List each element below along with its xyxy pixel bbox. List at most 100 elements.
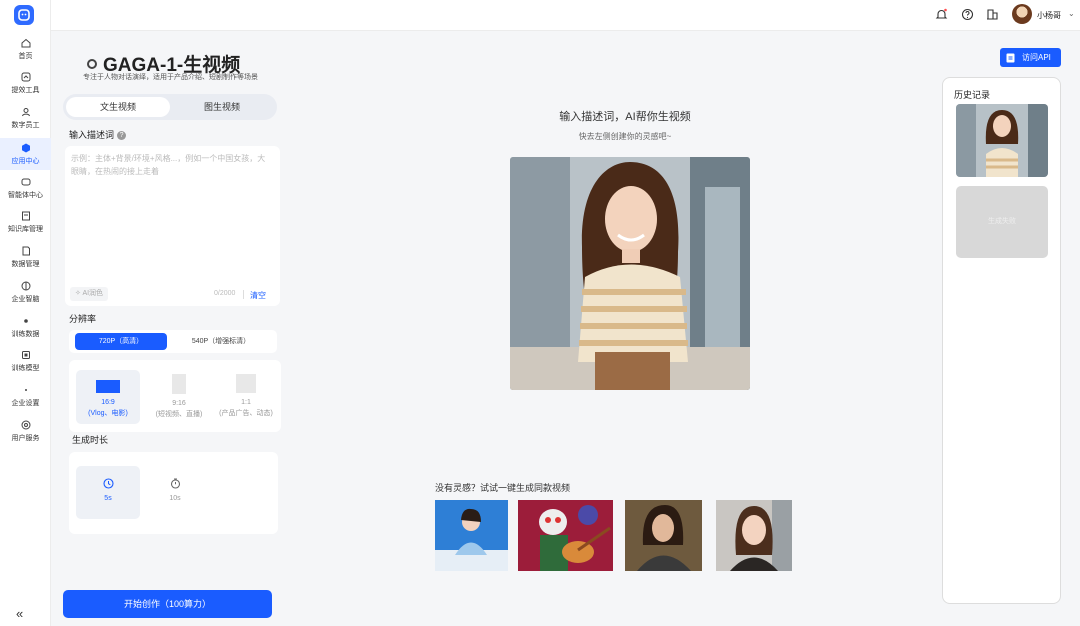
tab-image-to-video[interactable]: 图生视频 <box>170 97 274 117</box>
prompt-label-text: 输入描述词 <box>69 130 115 140</box>
prompt-textarea[interactable]: 示例：主体+背景/环境+风格...，例如一个中国女孩，大眼睛，在热闹的接上走着 … <box>65 146 280 306</box>
duration-value: 5s <box>104 495 112 502</box>
sidebar-item-knowledge[interactable]: 知识库管理 <box>0 211 51 234</box>
gaga-logo-icon <box>87 58 97 69</box>
knowledge-icon <box>21 211 30 221</box>
prompt-label: 输入描述词? <box>69 128 127 141</box>
sidebar-item-label: 数字员工 <box>11 122 40 129</box>
service-icon <box>21 420 30 430</box>
duration-value: 10s <box>169 495 181 502</box>
visit-api-button[interactable]: 访问API <box>1000 48 1061 67</box>
train-data-icon <box>23 319 28 323</box>
duration-selector: 5s 10s <box>69 452 278 534</box>
collapse-sidebar-button[interactable]: « <box>16 606 23 621</box>
ratio-shape-square <box>236 374 256 393</box>
sidebar-item-tools[interactable]: 提效工具 <box>0 72 51 95</box>
notification-bell-icon[interactable] <box>935 8 948 21</box>
sample-video-thumb[interactable] <box>518 500 613 571</box>
sidebar-item-label: 提效工具 <box>11 87 40 94</box>
start-create-button[interactable]: 开始创作（100算力） <box>63 590 272 618</box>
sidebar-item-label: 企业设置 <box>11 400 40 407</box>
sidebar-item-train-model[interactable]: 训练模型 <box>0 350 51 373</box>
help-icon[interactable] <box>961 8 974 21</box>
username[interactable]: 小杨哥 <box>1037 10 1061 21</box>
clear-button[interactable]: 清空 <box>250 290 266 301</box>
data-icon <box>22 246 30 256</box>
sidebar-item-label: 应用中心 <box>11 158 40 165</box>
tab-text-to-video[interactable]: 文生视频 <box>66 97 170 117</box>
ratio-1-1[interactable]: 1:1 (产品广告、动态) <box>214 370 278 424</box>
sidebar-item-label: 训练模型 <box>11 365 40 372</box>
mode-tabs: 文生视频 图生视频 <box>63 94 277 120</box>
ai-polish-label: AI润色 <box>82 290 104 297</box>
sidebar-item-service[interactable]: 用户服务 <box>0 420 51 443</box>
char-counter: 0/2000 <box>214 290 236 297</box>
sidebar-item-data[interactable]: 数据管理 <box>0 246 51 269</box>
duration-label: 生成时长 <box>72 435 109 445</box>
train-model-icon <box>21 351 30 359</box>
ratio-value: 1:1 <box>241 399 251 406</box>
prompt-placeholder: 示例：主体+背景/环境+风格...，例如一个中国女孩，大眼睛，在热闹的接上走着 <box>71 154 266 176</box>
clock-icon <box>102 478 114 489</box>
sidebar-item-label: 数据管理 <box>11 261 40 268</box>
ratio-16-9[interactable]: 16:9 (Vlog、电影) <box>76 370 140 424</box>
ratio-value: 16:9 <box>101 399 115 406</box>
agent-icon <box>21 178 30 186</box>
resolution-720p[interactable]: 720P（高清） <box>75 333 167 350</box>
ratio-desc: (产品广告、动态) <box>219 410 273 417</box>
settings-icon <box>24 389 27 391</box>
resolution-tabs: 720P（高清） 540P（增强标清） <box>69 330 277 353</box>
ai-polish-button[interactable]: ✧ AI润色 <box>70 287 109 301</box>
app-center-icon <box>21 143 30 153</box>
sidebar-item-label: 知识库管理 <box>8 226 43 233</box>
ratio-desc: (短视频、直播) <box>155 411 203 418</box>
ratio-shape-landscape <box>96 380 120 393</box>
sample-video-thumb[interactable] <box>625 500 702 571</box>
page-subtitle: 专注于人物对话演绎，适用于产品介绍、短剧制作等场景 <box>83 74 258 81</box>
visit-api-label: 访问API <box>1022 53 1051 62</box>
top-bar <box>51 0 1080 31</box>
sidebar-item-train-data[interactable]: 训练数据 <box>0 316 51 339</box>
sample-video-thumb[interactable] <box>435 500 508 571</box>
history-item[interactable] <box>956 104 1048 177</box>
sidebar: 首页 提效工具 数字员工 应用中心 智能体中心 知识库管理 数据管理 企业智脑 … <box>0 0 51 626</box>
resolution-540p[interactable]: 540P（增强标清） <box>175 333 267 350</box>
sample-video-thumb[interactable] <box>716 500 792 571</box>
preview-image <box>510 157 750 390</box>
resolution-label: 分辨率 <box>69 314 97 324</box>
digital-employee-icon <box>21 108 30 117</box>
history-title: 历史记录 <box>954 90 991 100</box>
building-icon[interactable] <box>986 8 999 21</box>
history-item-failed[interactable]: 生成失败 <box>956 186 1048 258</box>
sidebar-item-app-center[interactable]: 应用中心 <box>0 138 51 170</box>
main-subtitle: 快去左侧创建你的灵感吧~ <box>578 132 672 141</box>
sidebar-item-label: 企业智脑 <box>11 296 40 303</box>
app-logo[interactable] <box>14 5 34 25</box>
help-circle-icon[interactable]: ? <box>117 131 127 140</box>
sidebar-item-brain[interactable]: 企业智脑 <box>0 281 51 304</box>
tools-icon <box>21 72 30 82</box>
sidebar-item-label: 首页 <box>18 53 33 60</box>
ratio-value: 9:16 <box>172 400 186 407</box>
document-icon <box>1006 53 1015 63</box>
aspect-ratio-selector: 16:9 (Vlog、电影) 9:16 (短视频、直播) 1:1 (产品广告、动… <box>69 360 281 432</box>
avatar[interactable] <box>1012 4 1032 24</box>
sidebar-item-label: 用户服务 <box>11 435 40 442</box>
sidebar-item-settings[interactable]: 企业设置 <box>0 385 51 408</box>
home-icon <box>21 38 30 48</box>
duration-10s[interactable]: 10s <box>143 466 207 519</box>
brain-icon <box>21 281 30 291</box>
sidebar-item-agent[interactable]: 智能体中心 <box>0 177 51 200</box>
ratio-shape-portrait <box>172 374 186 394</box>
sidebar-item-home[interactable]: 首页 <box>0 38 51 61</box>
history-panel: 历史记录 生成失败 <box>942 77 1061 604</box>
sidebar-item-digital-employee[interactable]: 数字员工 <box>0 107 51 130</box>
inspiration-label: 没有灵感？试试一键生成同款视频 <box>435 483 571 493</box>
sidebar-item-label: 训练数据 <box>11 331 40 338</box>
stopwatch-icon <box>170 478 180 489</box>
sidebar-item-label: 智能体中心 <box>8 192 43 199</box>
chevron-down-icon[interactable]: ⌄ <box>1068 9 1075 18</box>
ratio-9-16[interactable]: 9:16 (短视频、直播) <box>147 370 211 424</box>
ratio-desc: (Vlog、电影) <box>88 410 128 417</box>
duration-5s[interactable]: 5s <box>76 466 140 519</box>
